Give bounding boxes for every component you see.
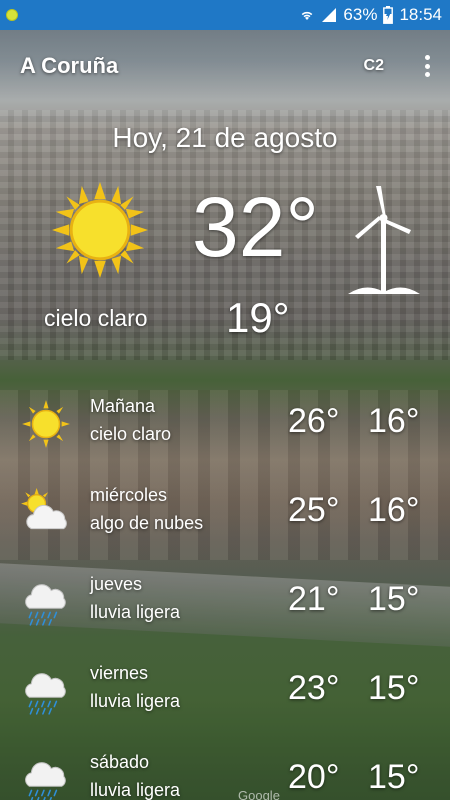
forecast-row[interactable]: miércoles algo de nubes 25° 16°	[0, 477, 450, 566]
forecast-row[interactable]: Mañana cielo claro 26° 16°	[0, 388, 450, 477]
wifi-icon	[302, 11, 313, 20]
forecast-list: Mañana cielo claro 26° 16° miércoles alg…	[0, 388, 450, 800]
forecast-min-temp: 15°	[368, 669, 420, 707]
wind-turbine-icon	[348, 186, 420, 294]
light-rain-icon	[25, 762, 66, 800]
forecast-max-temp: 26°	[288, 402, 340, 440]
forecast-min-temp: 16°	[368, 402, 420, 440]
forecast-condition: lluvia ligera	[90, 602, 181, 622]
forecast-condition: lluvia ligera	[90, 780, 181, 800]
forecast-min-temp: 16°	[368, 491, 420, 529]
today-condition: cielo claro	[44, 305, 148, 331]
forecast-max-temp: 20°	[288, 758, 340, 796]
forecast-condition: lluvia ligera	[90, 691, 181, 711]
signal-icon	[322, 8, 337, 22]
more-vertical-icon[interactable]	[424, 55, 430, 77]
light-rain-icon	[25, 584, 66, 626]
notification-dot-icon	[6, 9, 18, 21]
battery-percent: 63%	[343, 5, 378, 24]
forecast-condition: algo de nubes	[90, 513, 204, 533]
forecast-max-temp: 21°	[288, 580, 340, 618]
light-rain-icon	[25, 673, 66, 715]
forecast-day: jueves	[90, 574, 143, 594]
unit-toggle-button[interactable]: C2	[364, 57, 384, 75]
battery-charging-icon	[383, 6, 394, 24]
city-title[interactable]: A Coruña	[20, 53, 364, 79]
today-max-temp: 32°	[192, 180, 320, 274]
forecast-day: miércoles	[90, 485, 168, 505]
sun-icon	[22, 400, 70, 448]
forecast-min-temp: 15°	[368, 580, 420, 618]
forecast-max-temp: 23°	[288, 669, 340, 707]
forecast-max-temp: 25°	[288, 491, 340, 529]
forecast-min-temp: 15°	[368, 758, 420, 796]
forecast-condition: cielo claro	[90, 424, 172, 444]
forecast-day: Mañana	[90, 396, 156, 416]
map-attribution: Google	[238, 788, 280, 800]
today-date: Hoy, 21 de agosto	[112, 122, 338, 153]
forecast-row[interactable]: jueves lluvia ligera 21° 15°	[0, 566, 450, 655]
forecast-day: viernes	[90, 663, 149, 683]
forecast-row[interactable]: viernes lluvia ligera 23° 15°	[0, 655, 450, 744]
app-toolbar: A Coruña C2	[0, 30, 450, 102]
forecast-row[interactable]: sábado lluvia ligera 20° 15°	[0, 744, 450, 800]
partly-cloudy-icon	[21, 488, 67, 530]
today-min-temp: 19°	[226, 294, 290, 341]
status-bar: 63% 18:54	[0, 0, 450, 30]
clock: 18:54	[399, 5, 442, 24]
sun-icon	[52, 182, 148, 278]
forecast-day: sábado	[90, 752, 150, 772]
